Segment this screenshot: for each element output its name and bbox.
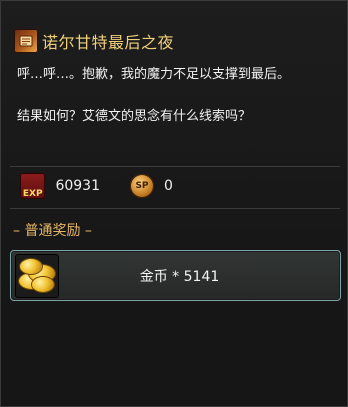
divider [10,166,340,167]
reward-item-gold[interactable]: 金币 * 5141 [10,250,341,301]
quest-scroll-icon [14,29,38,53]
heading-dash-right: – [84,223,92,239]
reward-item-label: 金币 * 5141 [139,268,220,285]
quest-title-bar: 诺尔甘特最后之夜 [7,25,343,57]
heading-dash-left: – [13,223,20,239]
sp-icon-label: SP [135,181,149,191]
normal-reward-heading: – 普通奖励 – [13,220,92,240]
dialog-line-1: 呼…呼…。抱歉，我的魔力不足以支撑到最后。 [17,67,291,82]
quest-reward-panel: 诺尔甘特最后之夜 呼…呼…。抱歉，我的魔力不足以支撑到最后。 结果如何？艾德文的… [0,0,348,407]
exp-icon: EXP [20,173,46,199]
sp-icon: SP [130,174,154,198]
sp-reward: SP 0 [130,171,173,201]
sp-value: 0 [164,178,173,194]
empty-reward-area [10,301,340,397]
exp-value: 60931 [55,178,100,194]
dialog-line-2: 结果如何？艾德文的思念有什么线索吗？ [17,109,252,124]
normal-reward-label: 普通奖励 [24,223,81,239]
exp-icon-label: EXP [22,189,43,199]
gold-coins-icon [15,253,59,298]
quest-title: 诺尔甘特最后之夜 [42,33,175,52]
exp-reward: EXP 60931 [12,171,100,201]
quest-dialog: 呼…呼…。抱歉，我的魔力不足以支撑到最后。 结果如何？艾德文的思念有什么线索吗？ [17,66,337,126]
divider [10,208,340,209]
basic-rewards-row: EXP 60931 SP 0 [12,169,338,203]
